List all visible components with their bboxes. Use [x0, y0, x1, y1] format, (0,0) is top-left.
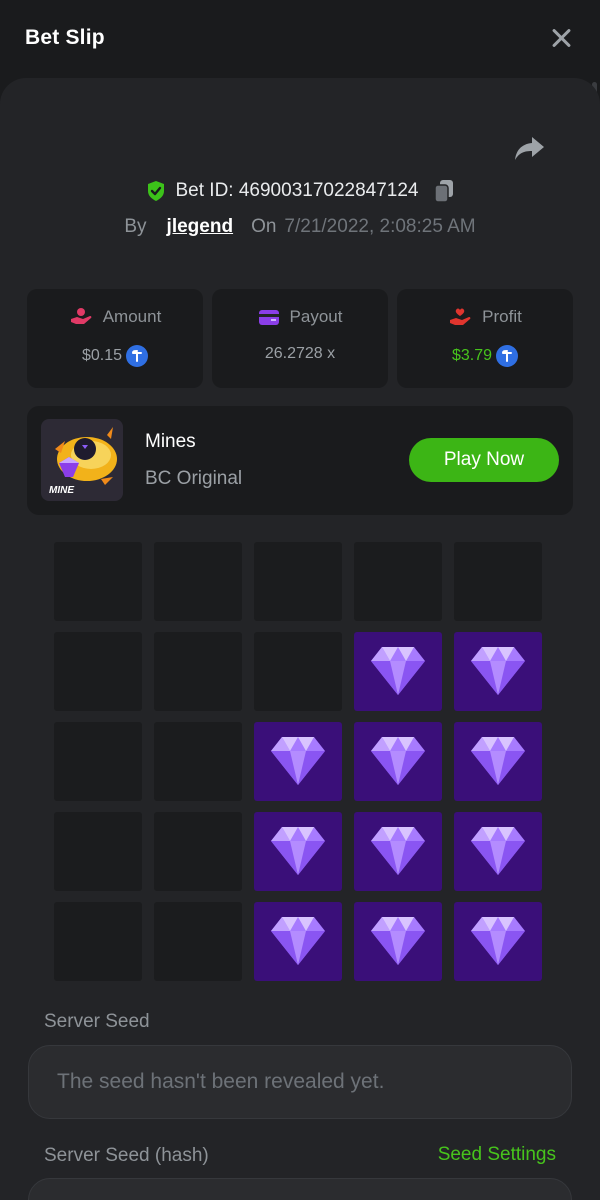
game-thumbnail[interactable]: MINE: [41, 419, 123, 501]
game-name: Mines: [145, 431, 196, 452]
amount-label: Amount: [102, 307, 162, 326]
profit-value: $3.79: [451, 347, 493, 364]
diamond-icon: [471, 917, 525, 965]
share-icon[interactable]: [512, 134, 546, 164]
server-seed-field[interactable]: The seed hasn't been revealed yet.: [28, 1045, 572, 1119]
payout-label: Payout: [289, 307, 343, 326]
username-link[interactable]: jlegend: [167, 216, 234, 238]
bet-meta-row: By jlegend On 7/21/2022, 2:08:25 AM: [0, 212, 600, 242]
hidden-tile: [254, 542, 342, 621]
seed-settings-link[interactable]: Seed Settings: [438, 1144, 556, 1166]
coin-icon: [126, 345, 149, 367]
coin-icon: [496, 345, 519, 367]
gem-tile: [354, 812, 442, 891]
diamond-icon: [471, 737, 525, 785]
gem-tile: [354, 632, 442, 711]
diamond-icon: [471, 647, 525, 695]
payout-value: 26.2728 x: [264, 345, 336, 362]
diamond-icon: [471, 827, 525, 875]
hidden-tile: [154, 632, 242, 711]
page-title: Bet Slip: [25, 26, 105, 49]
diamond-icon: [271, 917, 325, 965]
game-subtitle: BC Original: [145, 468, 243, 489]
bet-id: Bet ID: 4690031702284712​4: [175, 180, 419, 201]
gem-tile: [454, 902, 542, 981]
hidden-tile: [154, 542, 242, 621]
hidden-tile: [454, 542, 542, 621]
amount-card: Amount $0.15: [27, 289, 203, 388]
hidden-tile: [54, 902, 142, 981]
profit-card: Profit $3.79: [397, 289, 573, 388]
gem-tile: [254, 812, 342, 891]
hidden-tile: [54, 632, 142, 711]
hidden-tile: [154, 722, 242, 801]
on-label: On: [251, 216, 277, 237]
card-icon: [258, 310, 279, 325]
by-label: By: [124, 216, 147, 237]
payout-card: Payout 26.2728 x: [212, 289, 388, 388]
diamond-icon: [371, 737, 425, 785]
server-seed-hash-label: Server Seed (hash): [44, 1145, 209, 1166]
header: Bet Slip: [0, 0, 600, 76]
server-seed-hash-field[interactable]: [28, 1178, 572, 1200]
gem-tile: [454, 632, 542, 711]
copy-icon[interactable]: [433, 179, 455, 203]
server-seed-value: The seed hasn't been revealed yet.: [57, 1070, 385, 1093]
game-card: MINE Mines BC Original Play Now: [27, 406, 573, 515]
hand-heart-icon: [450, 308, 471, 325]
hidden-tile: [154, 812, 242, 891]
bet-id-row: Bet ID: 4690031702284712​4: [0, 176, 600, 206]
diamond-icon: [371, 827, 425, 875]
hidden-tile: [354, 542, 442, 621]
server-seed-label: Server Seed: [44, 1011, 150, 1032]
hidden-tile: [54, 812, 142, 891]
gem-tile: [454, 812, 542, 891]
profit-label: Profit: [482, 307, 522, 326]
game-thumb-label: MINE: [49, 485, 74, 496]
hidden-tile: [154, 902, 242, 981]
gem-tile: [254, 722, 342, 801]
bet-date: 7/21/2022, 2:08:25 AM: [284, 216, 476, 237]
play-now-button[interactable]: Play Now: [409, 438, 559, 482]
gem-tile: [254, 902, 342, 981]
diamond-icon: [371, 647, 425, 695]
hidden-tile: [54, 542, 142, 621]
amount-value: $0.15: [81, 347, 123, 364]
diamond-icon: [371, 917, 425, 965]
shield-check-icon: [147, 181, 164, 201]
diamond-icon: [271, 827, 325, 875]
hand-coin-icon: [70, 308, 92, 324]
hidden-tile: [54, 722, 142, 801]
gem-tile: [354, 722, 442, 801]
close-icon[interactable]: [548, 25, 574, 51]
diamond-icon: [271, 737, 325, 785]
mines-board: [54, 542, 542, 982]
gem-tile: [454, 722, 542, 801]
gem-tile: [354, 902, 442, 981]
hidden-tile: [254, 632, 342, 711]
